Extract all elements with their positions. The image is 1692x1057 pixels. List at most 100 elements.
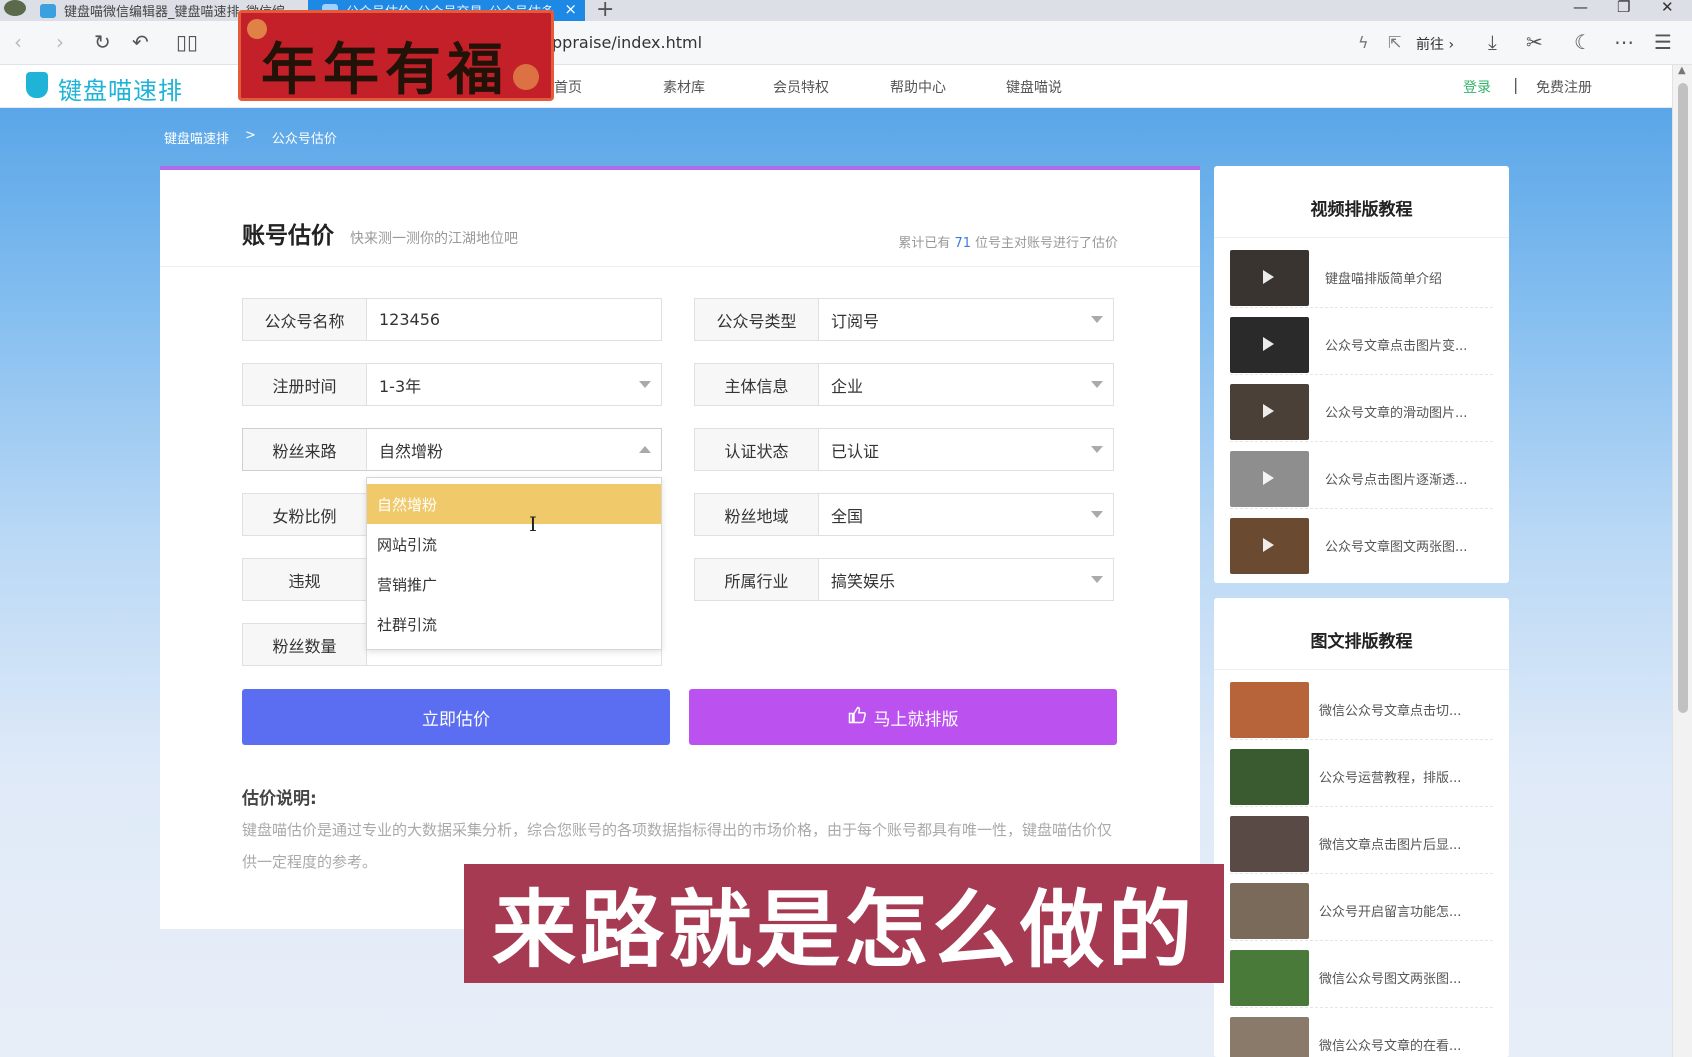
appraisal-count: 71	[954, 236, 971, 251]
verify-select[interactable]: 已认证	[819, 429, 1113, 470]
night-mode-icon[interactable]: ☾	[1574, 30, 1592, 54]
header-separator: |	[1513, 75, 1519, 94]
close-window-icon[interactable]: ✕	[1661, 0, 1674, 16]
undo-icon[interactable]: ↶	[132, 30, 149, 54]
dropdown-option[interactable]: 社群引流	[367, 604, 661, 644]
chevron-up-icon	[639, 446, 651, 453]
video-thumbnail	[1230, 250, 1309, 306]
close-tab-icon[interactable]: ×	[564, 0, 577, 18]
chevron-down-icon	[1091, 576, 1103, 583]
restore-icon[interactable]: ❐	[1617, 0, 1630, 16]
play-icon	[1263, 538, 1274, 552]
video-item-title: 公众号文章点击图片变...	[1325, 339, 1468, 354]
chevron-down-icon	[1091, 316, 1103, 323]
article-thumbnail	[1230, 1017, 1309, 1057]
scroll-up-icon[interactable]: ▲	[1678, 65, 1686, 76]
video-item[interactable]: 公众号文章点击图片变...	[1230, 313, 1493, 375]
field-label: 粉丝数量	[243, 624, 367, 665]
breadcrumb-separator: >	[245, 128, 256, 143]
field-label: 所属行业	[695, 559, 819, 600]
article-thumbnail	[1230, 749, 1309, 805]
video-thumbnail	[1230, 384, 1309, 440]
back-icon[interactable]: ‹	[14, 30, 22, 54]
video-item[interactable]: 公众号文章的滑动图片...	[1230, 380, 1493, 442]
fan-region-select[interactable]: 全国	[819, 494, 1113, 535]
select-value: 订阅号	[831, 311, 880, 331]
go-button[interactable]: 前往 ›	[1416, 34, 1454, 54]
scroll-thumb[interactable]	[1678, 83, 1688, 713]
video-item[interactable]: 公众号点击图片逐渐透...	[1230, 447, 1493, 509]
page-scrollbar[interactable]: ▲	[1672, 65, 1692, 1057]
chevron-down-icon	[639, 381, 651, 388]
article-item-title: 公众号运营教程，排版...	[1319, 771, 1462, 786]
breadcrumb-current: 公众号估价	[271, 132, 337, 147]
account-type-select[interactable]: 订阅号	[819, 299, 1113, 340]
select-value: 企业	[831, 376, 864, 396]
nav-home[interactable]: 首页	[554, 77, 582, 97]
new-tab-button[interactable]: +	[596, 0, 614, 22]
login-link[interactable]: 登录	[1463, 77, 1491, 97]
nav-blog[interactable]: 键盘喵说	[1006, 77, 1062, 97]
nav-materials[interactable]: 素材库	[663, 77, 705, 97]
download-icon[interactable]: ⤓	[1488, 30, 1497, 54]
video-thumbnail	[1230, 518, 1309, 574]
lightning-icon[interactable]: ϟ	[1358, 33, 1369, 52]
account-name-input[interactable]: 123456	[367, 299, 661, 340]
video-subtitle-overlay: 来路就是怎么做的	[464, 864, 1224, 983]
nav-help[interactable]: 帮助中心	[890, 77, 946, 97]
fan-region-field: 粉丝地域 全国	[694, 493, 1114, 536]
entity-field: 主体信息 企业	[694, 363, 1114, 406]
breadcrumb: 键盘喵速排 > 公众号估价	[164, 128, 337, 147]
article-item[interactable]: 微信文章点击图片后显...	[1230, 812, 1493, 874]
play-icon	[1263, 471, 1274, 485]
refresh-icon[interactable]: ↻	[94, 30, 111, 54]
video-subtitle-text: 来路就是怎么做的	[491, 881, 1196, 979]
more-icon[interactable]: ⋯	[1614, 30, 1634, 54]
site-logo[interactable]: 键盘喵速排	[58, 71, 183, 106]
field-label: 公众号类型	[695, 299, 819, 340]
entity-select[interactable]: 企业	[819, 364, 1113, 405]
address-bar[interactable]: ppraise/index.html	[552, 33, 702, 52]
scissors-icon[interactable]: ✂	[1526, 30, 1543, 54]
verify-field: 认证状态 已认证	[694, 428, 1114, 471]
dropdown-option[interactable]: 自然增粉	[367, 484, 661, 524]
video-item[interactable]: 公众号文章图文两张图...	[1230, 514, 1493, 576]
industry-select[interactable]: 搞笑娱乐	[819, 559, 1113, 600]
video-thumbnail	[1230, 317, 1309, 373]
article-item[interactable]: 公众号开启留言功能怎...	[1230, 879, 1493, 941]
article-item[interactable]: 微信公众号文章点击切...	[1230, 678, 1493, 740]
dropdown-option[interactable]: 网站引流	[367, 524, 661, 564]
reg-time-select[interactable]: 1-3年	[367, 364, 661, 405]
stat-prefix: 累计已有	[898, 236, 951, 251]
video-item-title: 公众号文章的滑动图片...	[1325, 406, 1468, 421]
video-tutorial-title: 视频排版教程	[1214, 166, 1509, 238]
article-item[interactable]: 公众号运营教程，排版...	[1230, 745, 1493, 807]
fan-source-select[interactable]: 自然增粉	[367, 429, 661, 470]
article-thumbnail	[1230, 883, 1309, 939]
reader-icon[interactable]: ▯▯	[176, 30, 198, 54]
play-icon	[1263, 404, 1274, 418]
layout-button[interactable]: 马上就排版	[689, 689, 1117, 745]
dropdown-option[interactable]: 营销推广	[367, 564, 661, 604]
chevron-down-icon	[1091, 381, 1103, 388]
estimate-button-label: 立即估价	[422, 709, 490, 730]
breadcrumb-home[interactable]: 键盘喵速排	[164, 128, 229, 147]
minimize-icon[interactable]: —	[1573, 0, 1588, 16]
select-value: 已认证	[831, 441, 880, 461]
menu-icon[interactable]: ☰	[1654, 30, 1672, 54]
video-item[interactable]: 键盘喵排版简单介绍	[1230, 246, 1493, 308]
estimate-button[interactable]: 立即估价	[242, 689, 670, 745]
chevron-down-icon	[1091, 446, 1103, 453]
select-value: 1-3年	[379, 376, 422, 396]
user-avatar[interactable]	[4, 0, 26, 16]
article-item[interactable]: 微信公众号文章的在看...	[1230, 1013, 1493, 1057]
article-item-title: 微信文章点击图片后显...	[1319, 838, 1462, 853]
fan-source-dropdown: 自然增粉 网站引流 营销推广 社群引流	[366, 477, 662, 650]
share-icon[interactable]: ⇱	[1388, 33, 1401, 52]
video-tutorial-card: 视频排版教程 键盘喵排版简单介绍 公众号文章点击图片变... 公众号文章的滑动图…	[1214, 166, 1509, 583]
article-item[interactable]: 微信公众号图文两张图...	[1230, 946, 1493, 1008]
nav-membership[interactable]: 会员特权	[773, 77, 829, 97]
register-link[interactable]: 免费注册	[1536, 77, 1592, 97]
article-thumbnail	[1230, 682, 1309, 738]
forward-icon[interactable]: ›	[56, 30, 64, 54]
